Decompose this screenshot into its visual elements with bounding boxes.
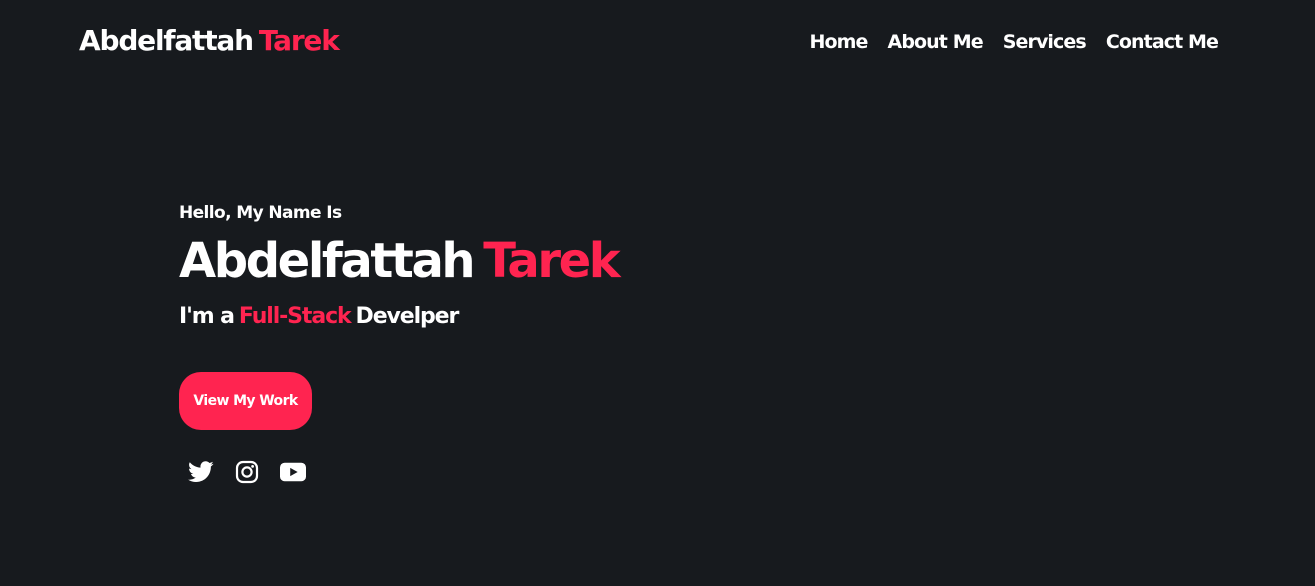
- hero-name: Abdelfattah Tarek: [179, 232, 621, 290]
- logo-last-name: Tarek: [258, 24, 340, 57]
- role-suffix: Develper: [355, 304, 460, 329]
- hero-last-name: Tarek: [483, 233, 621, 289]
- hero-first-name: Abdelfattah: [179, 233, 476, 289]
- twitter-icon[interactable]: [188, 459, 214, 485]
- hero-role: I'm a Full-Stack Develper: [179, 302, 618, 332]
- hero-section: Hello, My Name Is Abdelfattah Tarek I'm a…: [179, 200, 621, 332]
- logo-first-name: Abdelfattah: [79, 24, 254, 57]
- hero-greeting: Hello, My Name Is: [179, 203, 342, 223]
- nav-item-about-me[interactable]: About Me: [888, 28, 984, 56]
- main-nav: Home About Me Services Contact Me: [809, 28, 1218, 56]
- role-prefix: I'm a: [179, 304, 235, 329]
- role-highlight: Full-Stack: [238, 304, 352, 329]
- social-links: [188, 459, 306, 485]
- site-logo[interactable]: Abdelfattah Tarek: [79, 22, 340, 60]
- nav-item-contact-me[interactable]: Contact Me: [1106, 28, 1219, 56]
- nav-item-home[interactable]: Home: [809, 28, 868, 56]
- nav-item-services[interactable]: Services: [1003, 28, 1087, 56]
- view-my-work-button[interactable]: View My Work: [179, 372, 312, 430]
- instagram-icon[interactable]: [234, 459, 260, 485]
- youtube-icon[interactable]: [280, 459, 306, 485]
